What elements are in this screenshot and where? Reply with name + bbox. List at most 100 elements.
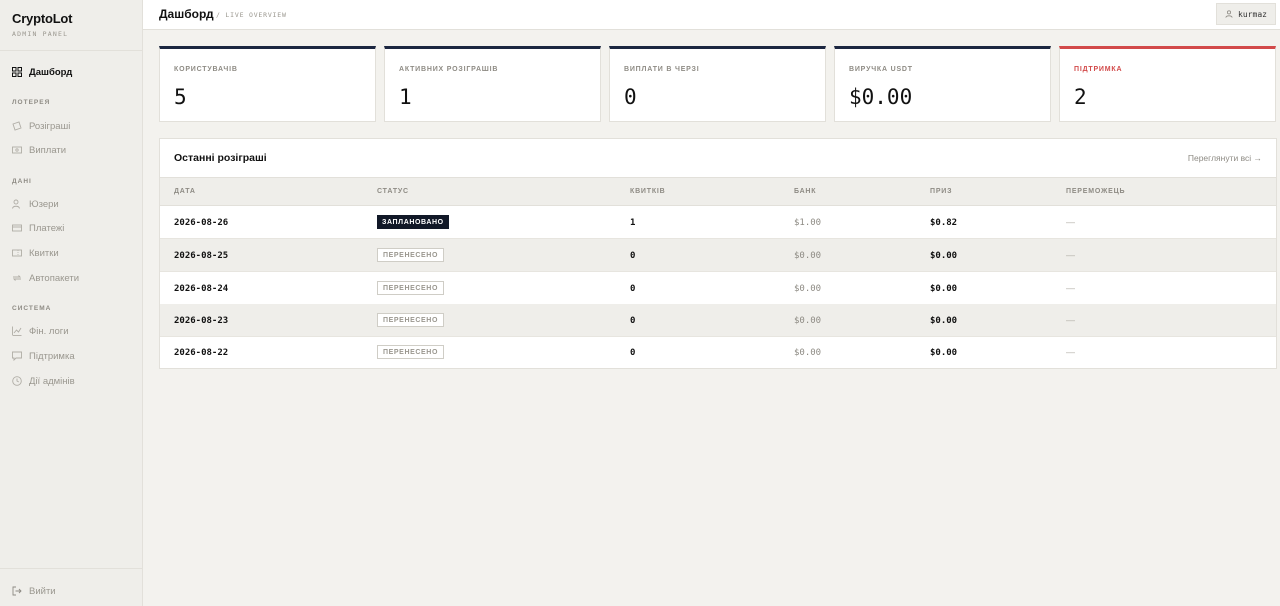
clock-icon [12, 376, 22, 386]
ticket-icon [12, 121, 22, 131]
table-row[interactable]: 2026-08-25 ПЕРЕНЕСЕНО 0 $0.00 $0.00 — [160, 239, 1276, 272]
cell-date: 2026-08-26 [174, 218, 229, 228]
cell-tickets: 0 [630, 284, 636, 294]
sidebar-item-label: Платежі [29, 222, 65, 234]
nav-section-data: ДАНІ [12, 178, 32, 185]
cell-bank: $0.00 [794, 316, 822, 326]
logout-button[interactable]: Вийти [12, 584, 56, 598]
sidebar-item-autopackets[interactable]: Автопакети [12, 271, 79, 285]
cell-prize: $0.00 [930, 251, 958, 261]
cell-bank: $0.00 [794, 348, 822, 358]
chat-icon [12, 351, 22, 361]
sidebar-item-draws[interactable]: Розіграші [12, 119, 70, 133]
sidebar-item-label: Автопакети [29, 272, 80, 284]
stat-label: АКТИВНИХ РОЗІГРАШІВ [399, 66, 499, 73]
sidebar-item-users[interactable]: Юзери [12, 197, 59, 211]
sidebar-item-fin-logs[interactable]: Фін. логи [12, 324, 69, 338]
sidebar-item-label: Розіграші [29, 120, 71, 132]
column-header-winner[interactable]: ПЕРЕМОЖЕЦЬ [1066, 188, 1125, 195]
column-header-bank[interactable]: БАНК [794, 188, 816, 195]
sidebar-item-label: Дашборд [29, 66, 73, 78]
sidebar: CryptoLot ADMIN PANEL Дашборд ЛОТЕРЕЯ Ро… [0, 0, 143, 606]
stat-label: ВИРУЧКА USDT [849, 66, 913, 73]
logout-area: Вийти [0, 568, 143, 606]
cell-winner: — [1066, 250, 1075, 260]
wallet-icon [12, 146, 22, 154]
cell-winner: — [1066, 217, 1075, 227]
brand: CryptoLot ADMIN PANEL [0, 0, 142, 51]
table-row[interactable]: 2026-08-26 ЗАПЛАНОВАНО 1 $1.00 $0.82 — [160, 206, 1276, 239]
stat-value: 1 [399, 85, 412, 109]
sidebar-item-label: Виплати [29, 144, 67, 156]
status-badge: ПЕРЕНЕСЕНО [377, 313, 444, 327]
username: kurmaz [1238, 9, 1267, 19]
stat-card-active-draws: АКТИВНИХ РОЗІГРАШІВ 1 [384, 46, 601, 122]
user-icon [1225, 10, 1233, 18]
sidebar-item-dashboard[interactable]: Дашборд [12, 65, 72, 79]
sidebar-item-label: Юзери [29, 198, 59, 210]
sidebar-item-admin-actions[interactable]: Дії адмінів [12, 374, 75, 388]
panel-title: Останні розіграші [174, 152, 267, 164]
column-header-tickets[interactable]: КВИТКІВ [630, 188, 666, 195]
stat-value: 5 [174, 85, 187, 109]
cell-bank: $0.00 [794, 284, 822, 294]
column-header-date[interactable]: ДАТА [174, 188, 196, 195]
cell-winner: — [1066, 347, 1075, 357]
status-badge: ПЕРЕНЕСЕНО [377, 248, 444, 262]
sidebar-item-payouts[interactable]: Виплати [12, 143, 66, 157]
table-row[interactable]: 2026-08-22 ПЕРЕНЕСЕНО 0 $0.00 $0.00 — [160, 336, 1276, 369]
brand-title: CryptoLot [12, 11, 73, 26]
cell-tickets: 0 [630, 251, 636, 261]
stat-card-revenue: ВИРУЧКА USDT $0.00 [834, 46, 1051, 122]
recent-draws-panel: Останні розіграші Переглянути всі → ДАТА… [159, 138, 1277, 369]
status-badge: ПЕРЕНЕСЕНО [377, 345, 444, 359]
topbar: Дашборд / LIVE OVERVIEW kurmaz [143, 0, 1280, 30]
cell-date: 2026-08-24 [174, 284, 229, 294]
sidebar-item-payments[interactable]: Платежі [12, 221, 64, 235]
stat-label: КОРИСТУВАЧІВ [174, 66, 238, 73]
table-header: ДАТА СТАТУС КВИТКІВ БАНК ПРИЗ ПЕРЕМОЖЕЦЬ [160, 177, 1276, 206]
column-header-prize[interactable]: ПРИЗ [930, 188, 952, 195]
stat-value: $0.00 [849, 85, 913, 109]
grid-icon [12, 67, 22, 77]
cell-prize: $0.00 [930, 284, 958, 294]
stat-label: ВИПЛАТИ В ЧЕРЗІ [624, 66, 700, 73]
sidebar-item-support[interactable]: Підтримка [12, 349, 75, 363]
sidebar-item-tickets[interactable]: Квитки [12, 246, 59, 260]
sidebar-item-label: Квитки [29, 247, 59, 259]
stat-label: ПІДТРИМКА [1074, 66, 1123, 73]
cell-bank: $1.00 [794, 218, 822, 228]
cell-winner: — [1066, 283, 1075, 293]
table-row[interactable]: 2026-08-23 ПЕРЕНЕСЕНО 0 $0.00 $0.00 — [160, 304, 1276, 337]
card-icon [12, 224, 22, 232]
ticket-stub-icon [12, 249, 22, 257]
table-row[interactable]: 2026-08-24 ПЕРЕНЕСЕНО 0 $0.00 $0.00 — [160, 272, 1276, 305]
stat-card-users: КОРИСТУВАЧІВ 5 [159, 46, 376, 122]
chart-icon [12, 326, 22, 336]
cell-prize: $0.82 [930, 218, 958, 228]
cell-winner: — [1066, 315, 1075, 325]
nav-section-lottery: ЛОТЕРЕЯ [12, 99, 51, 106]
stat-value: 0 [624, 85, 637, 109]
status-badge: ЗАПЛАНОВАНО [377, 215, 449, 229]
status-badge: ПЕРЕНЕСЕНО [377, 281, 444, 295]
brand-subtitle: ADMIN PANEL [12, 30, 69, 38]
cell-bank: $0.00 [794, 251, 822, 261]
cell-tickets: 0 [630, 316, 636, 326]
cell-tickets: 1 [630, 218, 636, 228]
cell-date: 2026-08-22 [174, 348, 229, 358]
cell-date: 2026-08-25 [174, 251, 229, 261]
breadcrumb: / LIVE OVERVIEW [216, 11, 287, 19]
cell-date: 2026-08-23 [174, 316, 229, 326]
logout-label: Вийти [29, 585, 56, 597]
users-icon [12, 199, 20, 209]
column-header-status[interactable]: СТАТУС [377, 188, 409, 195]
nav-section-system: СИСТЕМА [12, 305, 52, 312]
stat-card-support[interactable]: ПІДТРИМКА 2 [1059, 46, 1276, 122]
user-menu-button[interactable]: kurmaz [1216, 3, 1276, 25]
sidebar-item-label: Підтримка [29, 350, 75, 362]
repeat-icon [12, 275, 22, 281]
stat-value: 2 [1074, 85, 1087, 109]
view-all-link[interactable]: Переглянути всі → [1188, 153, 1262, 163]
sidebar-item-label: Дії адмінів [29, 375, 75, 387]
